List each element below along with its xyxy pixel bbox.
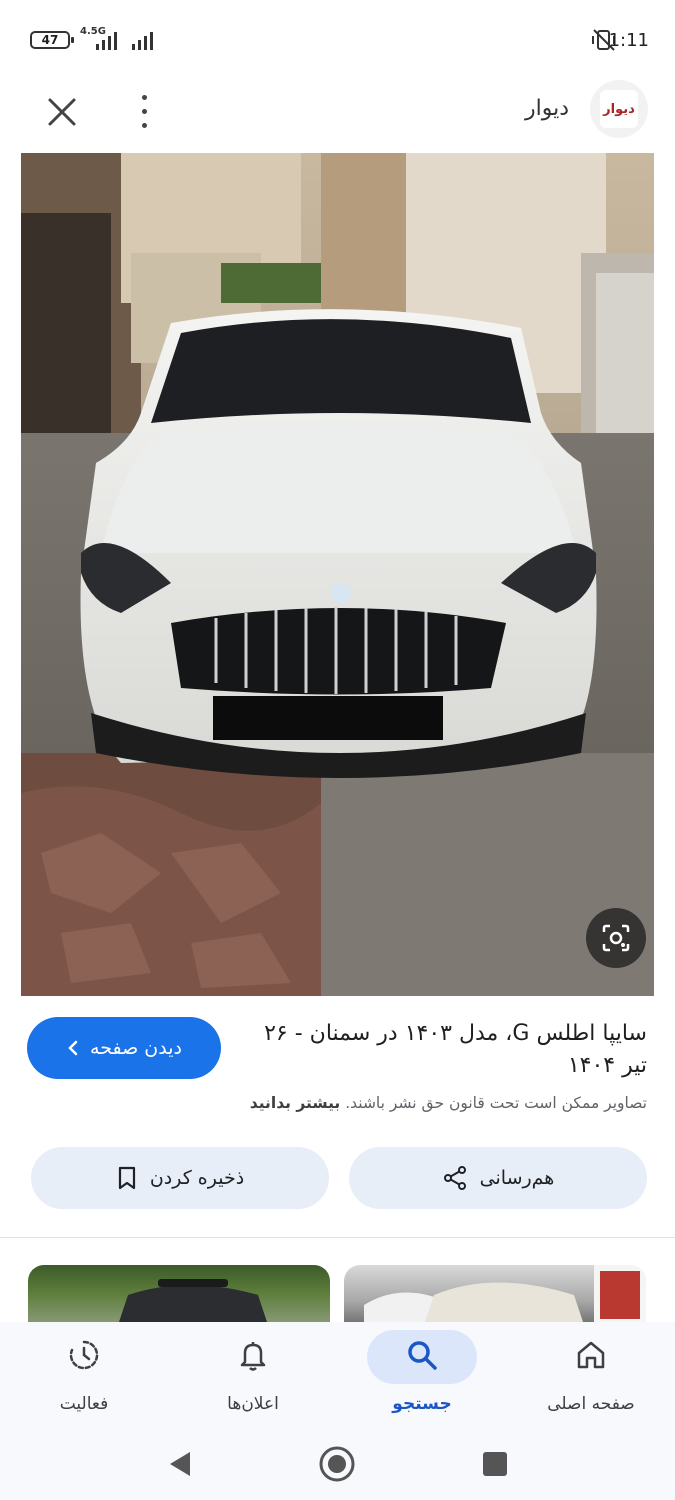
clock: 1:11: [608, 30, 649, 51]
home-button-icon[interactable]: [317, 1444, 357, 1484]
nav-notifications-label: اعلان‌ها: [227, 1394, 279, 1414]
copyright-notice: تصاویر ممکن است تحت قانون حق نشر باشند. …: [27, 1094, 647, 1112]
chevron-left-icon: [68, 1040, 78, 1056]
signal-strength-icon: [96, 30, 124, 50]
nav-notifications[interactable]: اعلان‌ها: [169, 1322, 337, 1430]
bell-icon: [240, 1342, 266, 1371]
site-name: دیوار: [524, 96, 569, 121]
related-image-thumbnail[interactable]: [28, 1265, 330, 1325]
site-logo[interactable]: دیوار: [590, 80, 648, 138]
result-title: سایپا اطلس G، مدل ۱۴۰۳ در سمنان - ۲۶ تیر…: [264, 1021, 647, 1078]
nav-search[interactable]: جستجو: [338, 1322, 506, 1430]
activity-icon: [69, 1340, 99, 1370]
share-button[interactable]: هم‌رسانی: [349, 1147, 647, 1209]
nav-search-label: جستجو: [392, 1394, 452, 1414]
nav-activity[interactable]: فعالیت: [0, 1322, 168, 1430]
result-image[interactable]: [21, 153, 654, 996]
divider: [0, 1237, 675, 1238]
battery-indicator: 47: [30, 31, 74, 49]
nav-home[interactable]: صفحه اصلی: [507, 1322, 675, 1430]
thumbnail-car-1: [118, 1279, 268, 1325]
share-label: هم‌رسانی: [479, 1167, 555, 1189]
thumbnail-car-2: [364, 1265, 646, 1325]
visit-page-button[interactable]: دیدن صفحه: [27, 1017, 221, 1079]
nav-activity-label: فعالیت: [59, 1394, 109, 1414]
search-icon: [408, 1341, 437, 1370]
google-lens-icon[interactable]: [586, 908, 646, 968]
share-icon: [443, 1166, 466, 1190]
signal-strength-icon-2: [132, 30, 160, 50]
visit-page-label: دیدن صفحه: [90, 1037, 182, 1059]
bookmark-icon: [118, 1166, 135, 1190]
learn-more-link[interactable]: بیشتر بدانید: [250, 1094, 340, 1112]
copyright-text: تصاویر ممکن است تحت قانون حق نشر باشند.: [345, 1094, 647, 1112]
bottom-navigation: صفحه اصلی جستجو اعلان‌ها فعالیت: [0, 1322, 675, 1430]
more-vert-icon[interactable]: [128, 90, 160, 134]
home-icon: [577, 1341, 605, 1369]
system-navigation-bar: [0, 1430, 675, 1500]
status-bar: 47 4.5G 1:11: [0, 0, 675, 80]
close-icon[interactable]: [40, 90, 84, 134]
nav-home-label: صفحه اصلی: [547, 1394, 635, 1414]
save-button[interactable]: ذخیره کردن: [31, 1147, 329, 1209]
recents-icon[interactable]: [475, 1444, 515, 1484]
related-image-thumbnail[interactable]: [344, 1265, 646, 1325]
back-icon[interactable]: [160, 1444, 200, 1484]
app-header: دیوار دیوار: [0, 80, 675, 152]
car-photo: [21, 153, 654, 996]
site-logo-text: دیوار: [600, 90, 638, 128]
save-label: ذخیره کردن: [149, 1167, 245, 1189]
